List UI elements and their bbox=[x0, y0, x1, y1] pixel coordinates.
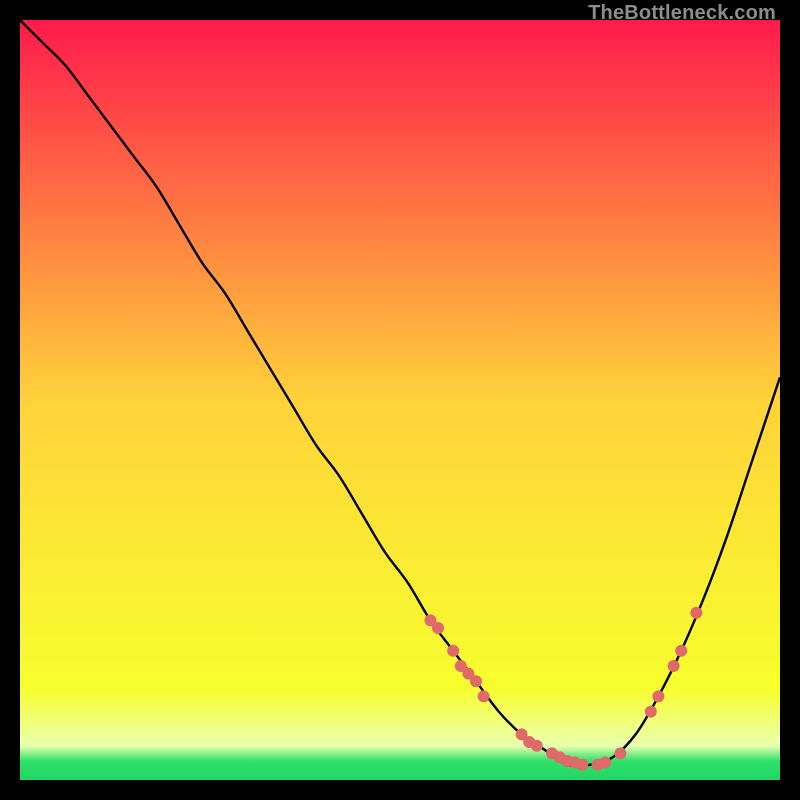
data-point bbox=[675, 645, 687, 657]
data-point bbox=[470, 675, 482, 687]
data-point bbox=[599, 757, 611, 769]
data-point bbox=[478, 690, 490, 702]
bottleneck-chart bbox=[20, 20, 780, 780]
data-point bbox=[447, 645, 459, 657]
data-point bbox=[690, 607, 702, 619]
data-point bbox=[668, 660, 680, 672]
data-point bbox=[614, 747, 626, 759]
data-point bbox=[576, 759, 588, 771]
watermark-text: TheBottleneck.com bbox=[588, 2, 776, 25]
data-point bbox=[531, 740, 543, 752]
chart-frame bbox=[20, 20, 780, 780]
data-point bbox=[432, 622, 444, 634]
data-point bbox=[652, 690, 664, 702]
gradient-background bbox=[20, 20, 780, 780]
data-point bbox=[645, 706, 657, 718]
